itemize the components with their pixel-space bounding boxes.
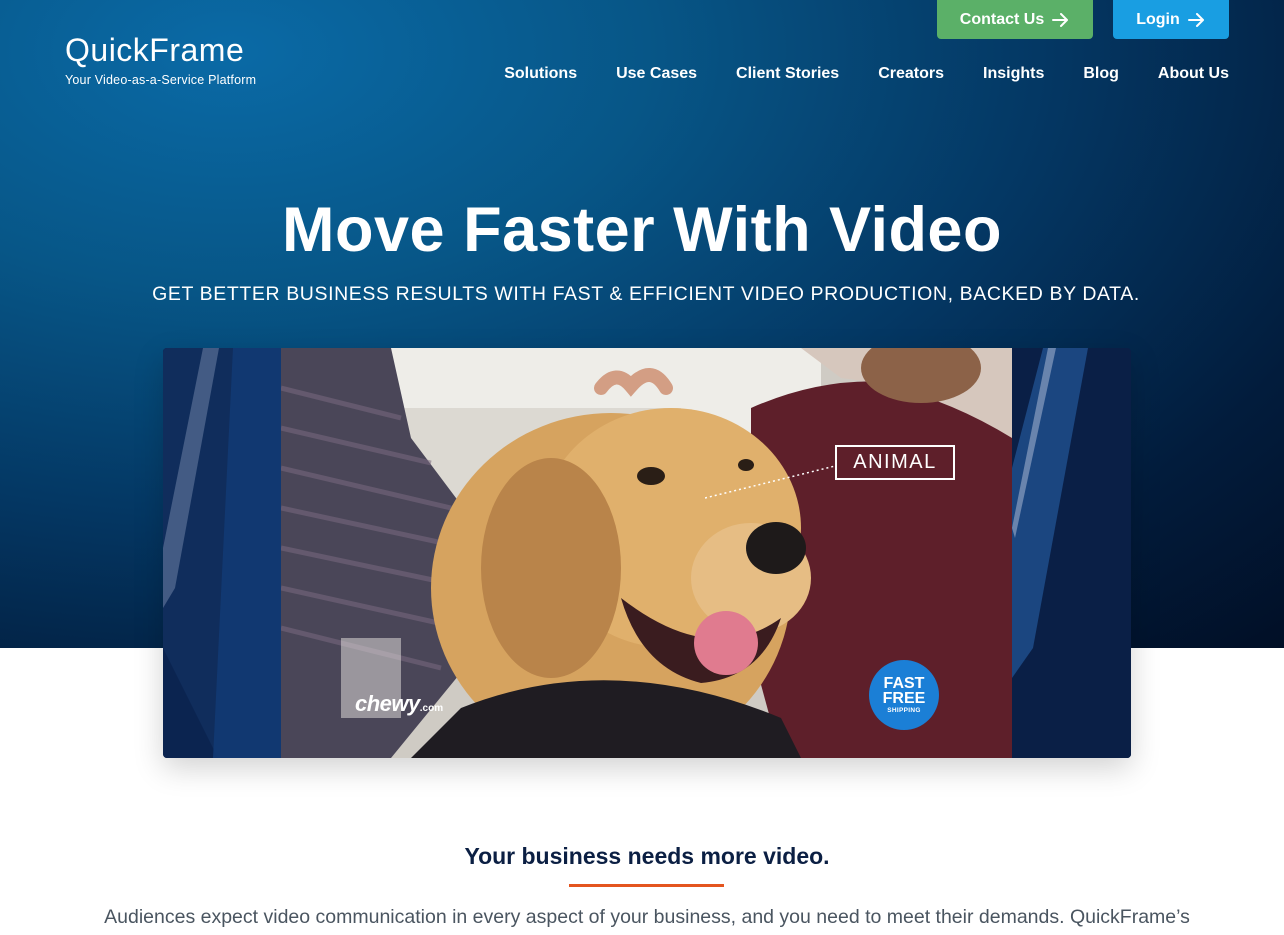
chewy-dotcom: .com [419,703,444,714]
ai-tag-label: ANIMAL [835,445,955,480]
badge-line-free: FREE [882,689,926,707]
login-button[interactable]: Login [1113,0,1229,39]
logo-tagline: Your Video-as-a-Service Platform [65,73,257,87]
nav-blog[interactable]: Blog [1083,64,1119,84]
chewy-wordmark: chewy [355,691,420,716]
quickframe-logo[interactable]: QuickFrame Your Video-as-a-Service Platf… [65,32,256,87]
fast-free-shipping-badge: FAST FREE SHIPPING [869,660,939,730]
hero-subheadline: GET BETTER BUSINESS RESULTS WITH FAST & … [152,283,1140,305]
badge-line-shipping: SHIPPING [887,706,921,714]
contact-us-label: Contact Us [959,10,1045,28]
logo-wordmark: QuickFrame [65,32,245,68]
section-accent-rule [569,884,724,887]
contact-us-button[interactable]: Contact Us [937,0,1093,39]
arrow-right-icon [1187,12,1204,27]
section-body-text: Audiences expect video communication in … [104,906,1190,928]
login-label: Login [1136,10,1180,28]
badge-line-fast: FAST [883,674,925,692]
nav-creators[interactable]: Creators [878,64,944,84]
hero-headline: Move Faster With Video [282,195,1002,265]
hero-video[interactable]: ANIMAL chewy.com FAST FREE SHIPPING [163,348,1131,758]
section-title: Your business needs more video. [464,843,830,869]
tag-connector-line [705,465,836,499]
chewy-logo: chewy.com [355,691,443,717]
nav-insights[interactable]: Insights [983,64,1044,84]
nav-client-stories[interactable]: Client Stories [736,64,839,84]
nav-about-us[interactable]: About Us [1158,64,1229,84]
nav-solutions[interactable]: Solutions [504,64,577,84]
arrow-right-icon [1052,12,1069,27]
nav-use-cases[interactable]: Use Cases [616,64,697,84]
main-nav: Solutions Use Cases Client Stories Creat… [504,64,1229,84]
